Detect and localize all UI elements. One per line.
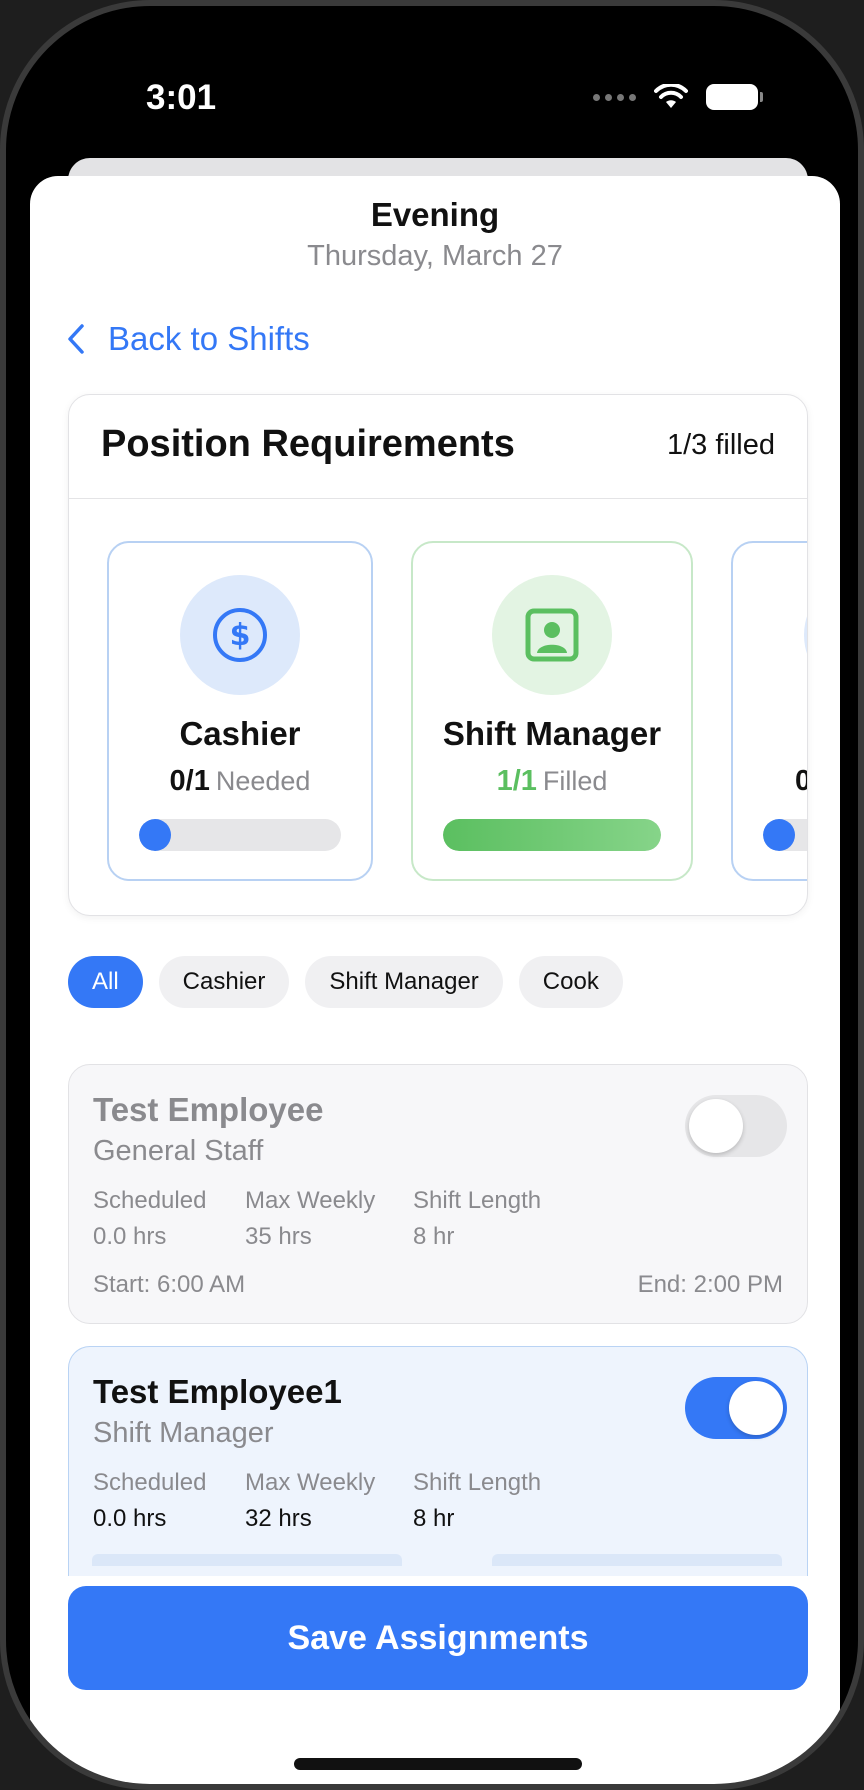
stat-value: 0.0 hrs xyxy=(93,1505,167,1532)
requirements-title: Position Requirements xyxy=(101,423,515,465)
stat-label: Scheduled xyxy=(93,1187,207,1214)
back-label: Back to Shifts xyxy=(108,320,310,357)
position-tile-cashier[interactable]: $ Cashier 0/1 Needed xyxy=(107,541,373,881)
position-status: Filled xyxy=(542,766,608,796)
status-icons xyxy=(593,84,763,110)
phone-frame: 3:01 Evening Thursday, March 27 Back to … xyxy=(0,0,864,1790)
back-to-shifts-button[interactable]: Back to Shifts xyxy=(66,320,310,358)
cashier-icon-badge: $ xyxy=(180,575,300,695)
sheet-title: Evening xyxy=(370,196,500,233)
stat-value: 32 hrs xyxy=(245,1505,312,1532)
status-time: 3:01 xyxy=(146,78,217,117)
stat-label: Scheduled xyxy=(93,1469,207,1496)
home-indicator xyxy=(294,1758,582,1770)
status-bar: 3:01 xyxy=(6,6,858,156)
stat-value: 35 hrs xyxy=(245,1223,312,1250)
stat-label: Max Weekly xyxy=(245,1187,376,1214)
employee-stats: Scheduled 0.0 hrs Max Weekly 32 hrs Shif… xyxy=(93,1469,541,1533)
dollar-icon: $ xyxy=(213,608,267,662)
toggle-knob xyxy=(729,1381,783,1435)
svg-text:$: $ xyxy=(230,618,251,653)
position-tile-shift-manager[interactable]: Shift Manager 1/1 Filled xyxy=(411,541,693,881)
position-progress-bar xyxy=(763,819,807,851)
position-filter-chips: All Cashier Shift Manager Cook xyxy=(68,956,623,1008)
shift-start: Start: 6:00 AM xyxy=(93,1271,246,1298)
wifi-icon xyxy=(654,84,688,108)
assign-toggle[interactable] xyxy=(685,1377,787,1439)
employee-card[interactable]: Test Employee1 Shift Manager Scheduled 0… xyxy=(68,1346,808,1576)
stat-value: 8 hr xyxy=(413,1505,455,1532)
employee-shift-times: Start: 6:00 AM End: 2:00 PM xyxy=(93,1271,783,1299)
position-count: 0 xyxy=(795,765,807,797)
stat-max-weekly: Max Weekly 32 hrs xyxy=(245,1469,381,1533)
employee-name: Test Employee xyxy=(93,1091,324,1128)
position-tile-cook[interactable]: 0 xyxy=(731,541,807,881)
stat-value: 0.0 hrs xyxy=(93,1223,167,1250)
stat-shift-length: Shift Length 8 hr xyxy=(413,1187,541,1251)
save-assignments-button[interactable]: Save Assignments xyxy=(68,1586,808,1690)
cellular-icon xyxy=(593,93,636,101)
position-progress-bar xyxy=(443,819,661,851)
cook-icon-badge xyxy=(804,575,807,695)
filter-chip-cook[interactable]: Cook xyxy=(518,956,623,1008)
position-stat: 0/1 Needed xyxy=(109,765,371,798)
shift-manager-icon-badge xyxy=(492,575,612,695)
stat-value: 8 hr xyxy=(413,1223,455,1250)
stat-shift-length: Shift Length 8 hr xyxy=(413,1469,541,1533)
position-name: Shift Manager xyxy=(442,715,662,752)
stat-scheduled: Scheduled 0.0 hrs xyxy=(93,1187,213,1251)
position-progress-bar xyxy=(139,819,341,851)
progress-dot xyxy=(139,819,171,851)
chevron-left-icon xyxy=(68,324,84,354)
progress-fill xyxy=(443,819,661,851)
stat-label: Shift Length xyxy=(413,1187,542,1214)
progress-dot xyxy=(763,819,795,851)
assign-toggle[interactable] xyxy=(685,1095,787,1157)
employee-role: Shift Manager xyxy=(93,1417,274,1449)
position-stat: 1/1 Filled xyxy=(413,765,691,798)
position-stat: 0 xyxy=(795,765,807,798)
stat-max-weekly: Max Weekly 35 hrs xyxy=(245,1187,381,1251)
shift-detail-sheet: Evening Thursday, March 27 Back to Shift… xyxy=(30,176,840,1784)
stat-label: Shift Length xyxy=(413,1469,542,1496)
requirements-filled-count: 1/3 filled xyxy=(666,429,775,461)
filter-chip-cashier[interactable]: Cashier xyxy=(158,956,290,1008)
employee-stats: Scheduled 0.0 hrs Max Weekly 35 hrs Shif… xyxy=(93,1187,541,1251)
position-count: 0/1 xyxy=(169,765,210,797)
shift-end: End: 2:00 PM xyxy=(637,1271,783,1298)
position-name: Cashier xyxy=(179,715,301,752)
filter-chip-all[interactable]: All xyxy=(68,956,143,1008)
person-badge-icon xyxy=(525,608,579,662)
position-requirements-card: Position Requirements 1/3 filled $ Cashi… xyxy=(68,394,808,916)
employee-role: General Staff xyxy=(93,1135,264,1167)
filter-chip-shift-manager[interactable]: Shift Manager xyxy=(305,956,503,1008)
stat-label: Max Weekly xyxy=(245,1469,376,1496)
position-status: Needed xyxy=(215,766,311,796)
sheet-subtitle: Thursday, March 27 xyxy=(307,240,563,272)
employee-name: Test Employee1 xyxy=(93,1373,342,1410)
employee-card-peek xyxy=(92,1554,792,1566)
toggle-knob xyxy=(689,1099,743,1153)
battery-icon xyxy=(706,84,763,110)
employee-card[interactable]: Test Employee General Staff Scheduled 0.… xyxy=(68,1064,808,1324)
position-count: 1/1 xyxy=(496,765,537,797)
requirements-header: Position Requirements 1/3 filled xyxy=(69,395,807,499)
stat-scheduled: Scheduled 0.0 hrs xyxy=(93,1469,213,1533)
